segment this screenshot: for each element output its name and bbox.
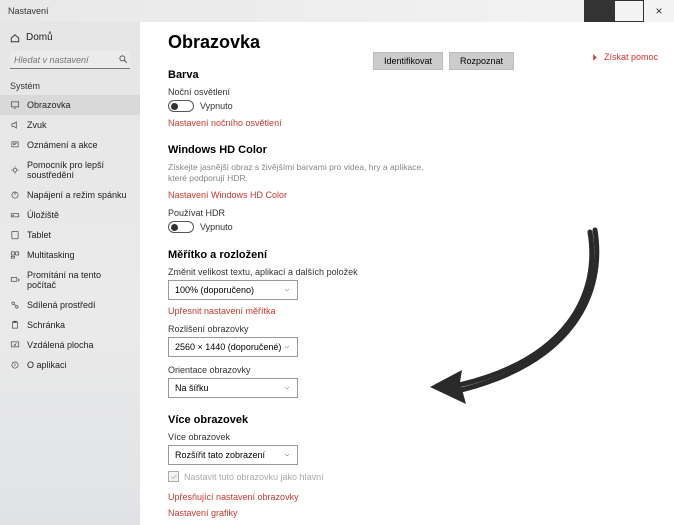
multi-mode-label: Více obrazovek: [168, 432, 650, 442]
sound-icon: [10, 120, 20, 130]
sidebar-item-label: Úložiště: [27, 210, 59, 220]
multi-mode-select[interactable]: Rozšířit tato zobrazení: [168, 445, 298, 465]
advanced-scaling-link[interactable]: Upřesnit nastavení měřítka: [168, 306, 650, 316]
titlebar: Nastavení ×: [0, 0, 674, 22]
resolution-label: Rozlišení obrazovky: [168, 324, 650, 334]
chevron-down-icon: [283, 286, 291, 294]
sidebar-item-label: Pomocník pro lepší soustředění: [27, 160, 130, 180]
identify-button[interactable]: Identifikovat: [373, 52, 443, 70]
power-icon: [10, 190, 20, 200]
sidebar-item-zvuk[interactable]: Zvuk: [0, 115, 140, 135]
sidebar-item-napajeni[interactable]: Napájení a režim spánku: [0, 185, 140, 205]
orientation-label: Orientace obrazovky: [168, 365, 650, 375]
maximize-button[interactable]: [614, 0, 644, 22]
select-value: 2560 × 1440 (doporučené): [175, 342, 281, 352]
sidebar-item-tablet[interactable]: Tablet: [0, 225, 140, 245]
scale-heading: Měřítko a rozložení: [168, 249, 650, 261]
primary-display-checkbox[interactable]: Nastavit tuto obrazovku jako hlavní: [168, 471, 650, 482]
page-title: Obrazovka: [168, 32, 650, 53]
tablet-icon: [10, 230, 20, 240]
multi-heading: Více obrazovek: [168, 414, 650, 426]
sidebar-item-label: Tablet: [27, 230, 51, 240]
notifications-icon: [10, 140, 20, 150]
checkbox-box[interactable]: [168, 471, 179, 482]
search-input[interactable]: [10, 51, 130, 69]
projecting-icon: [10, 275, 20, 285]
detect-button[interactable]: Rozpoznat: [449, 52, 514, 70]
close-button[interactable]: ×: [644, 0, 674, 22]
sidebar-item-pomocnik[interactable]: Pomocník pro lepší soustředění: [0, 155, 140, 185]
search-box[interactable]: [10, 51, 130, 69]
multitasking-icon: [10, 250, 20, 260]
sidebar-item-sdilena[interactable]: Sdílená prostředí: [0, 295, 140, 315]
toggle-state: Vypnuto: [200, 222, 233, 232]
sidebar-item-obrazovka[interactable]: Obrazovka: [0, 95, 140, 115]
shared-icon: [10, 300, 20, 310]
display-icon: [10, 100, 20, 110]
sidebar-item-label: Schránka: [27, 320, 65, 330]
home-icon: [10, 33, 20, 43]
minimize-button[interactable]: [584, 0, 614, 22]
checkbox-label: Nastavit tuto obrazovku jako hlavní: [184, 472, 324, 482]
night-light-toggle[interactable]: Vypnuto: [168, 100, 650, 112]
sidebar-item-oznameni[interactable]: Oznámení a akce: [0, 135, 140, 155]
hdr-toggle[interactable]: Vypnuto: [168, 221, 650, 233]
sidebar-item-label: Napájení a režim spánku: [27, 190, 127, 200]
sidebar: Domů Systém Obrazovka Zvuk Oznámení a ak…: [0, 22, 140, 525]
remote-icon: [10, 340, 20, 350]
toggle-switch[interactable]: [168, 221, 194, 233]
sidebar-item-uloziste[interactable]: Úložiště: [0, 205, 140, 225]
home-label: Domů: [26, 32, 53, 43]
select-value: 100% (doporučeno): [175, 285, 254, 295]
select-value: Na šířku: [175, 383, 209, 393]
sidebar-item-label: Sdílená prostředí: [27, 300, 96, 310]
chevron-down-icon: [283, 384, 291, 392]
chevron-down-icon: [283, 343, 291, 351]
night-light-label: Noční osvětlení: [168, 87, 650, 97]
sidebar-item-schranka[interactable]: Schránka: [0, 315, 140, 335]
window-title: Nastavení: [8, 6, 49, 16]
hdcolor-heading: Windows HD Color: [168, 144, 650, 156]
orientation-select[interactable]: Na šířku: [168, 378, 298, 398]
toggle-switch[interactable]: [168, 100, 194, 112]
scale-size-select[interactable]: 100% (doporučeno): [168, 280, 298, 300]
advanced-display-link[interactable]: Upřesňující nastavení obrazovky: [168, 492, 650, 502]
sidebar-item-label: Vzdálená plocha: [27, 340, 94, 350]
clipboard-icon: [10, 320, 20, 330]
home-button[interactable]: Domů: [0, 28, 140, 47]
sidebar-item-multitasking[interactable]: Multitasking: [0, 245, 140, 265]
select-value: Rozšířit tato zobrazení: [175, 450, 265, 460]
main-content: Obrazovka Identifikovat Rozpoznat Získat…: [140, 22, 674, 525]
hdcolor-desc: Získejte jasnější obraz s živějšími barv…: [168, 162, 428, 184]
sidebar-item-label: Zvuk: [27, 120, 47, 130]
sidebar-item-label: O aplikaci: [27, 360, 67, 370]
chevron-down-icon: [283, 451, 291, 459]
night-light-settings-link[interactable]: Nastavení nočního osvětlení: [168, 118, 650, 128]
hdr-label: Používat HDR: [168, 208, 650, 218]
search-icon: [118, 54, 128, 64]
get-help-link[interactable]: Získat pomoc: [591, 52, 658, 62]
resolution-select[interactable]: 2560 × 1440 (doporučené): [168, 337, 298, 357]
focus-icon: [10, 165, 20, 175]
about-icon: [10, 360, 20, 370]
help-icon: [591, 53, 600, 62]
window-controls: ×: [584, 0, 674, 22]
section-label: Systém: [0, 73, 140, 95]
toggle-state: Vypnuto: [200, 101, 233, 111]
check-icon: [170, 473, 178, 481]
scale-size-label: Změnit velikost textu, aplikací a dalšíc…: [168, 267, 650, 277]
sidebar-item-label: Multitasking: [27, 250, 75, 260]
storage-icon: [10, 210, 20, 220]
sidebar-item-label: Oznámení a akce: [27, 140, 98, 150]
color-heading: Barva: [168, 69, 650, 81]
sidebar-item-label: Promítání na tento počítač: [27, 270, 130, 290]
graphics-settings-link[interactable]: Nastavení grafiky: [168, 508, 650, 518]
sidebar-item-vzdalena[interactable]: Vzdálená plocha: [0, 335, 140, 355]
display-action-buttons: Identifikovat Rozpoznat: [373, 52, 514, 70]
sidebar-item-oaplikaci[interactable]: O aplikaci: [0, 355, 140, 375]
sidebar-item-label: Obrazovka: [27, 100, 71, 110]
sidebar-item-promitani[interactable]: Promítání na tento počítač: [0, 265, 140, 295]
hdcolor-settings-link[interactable]: Nastavení Windows HD Color: [168, 190, 650, 200]
